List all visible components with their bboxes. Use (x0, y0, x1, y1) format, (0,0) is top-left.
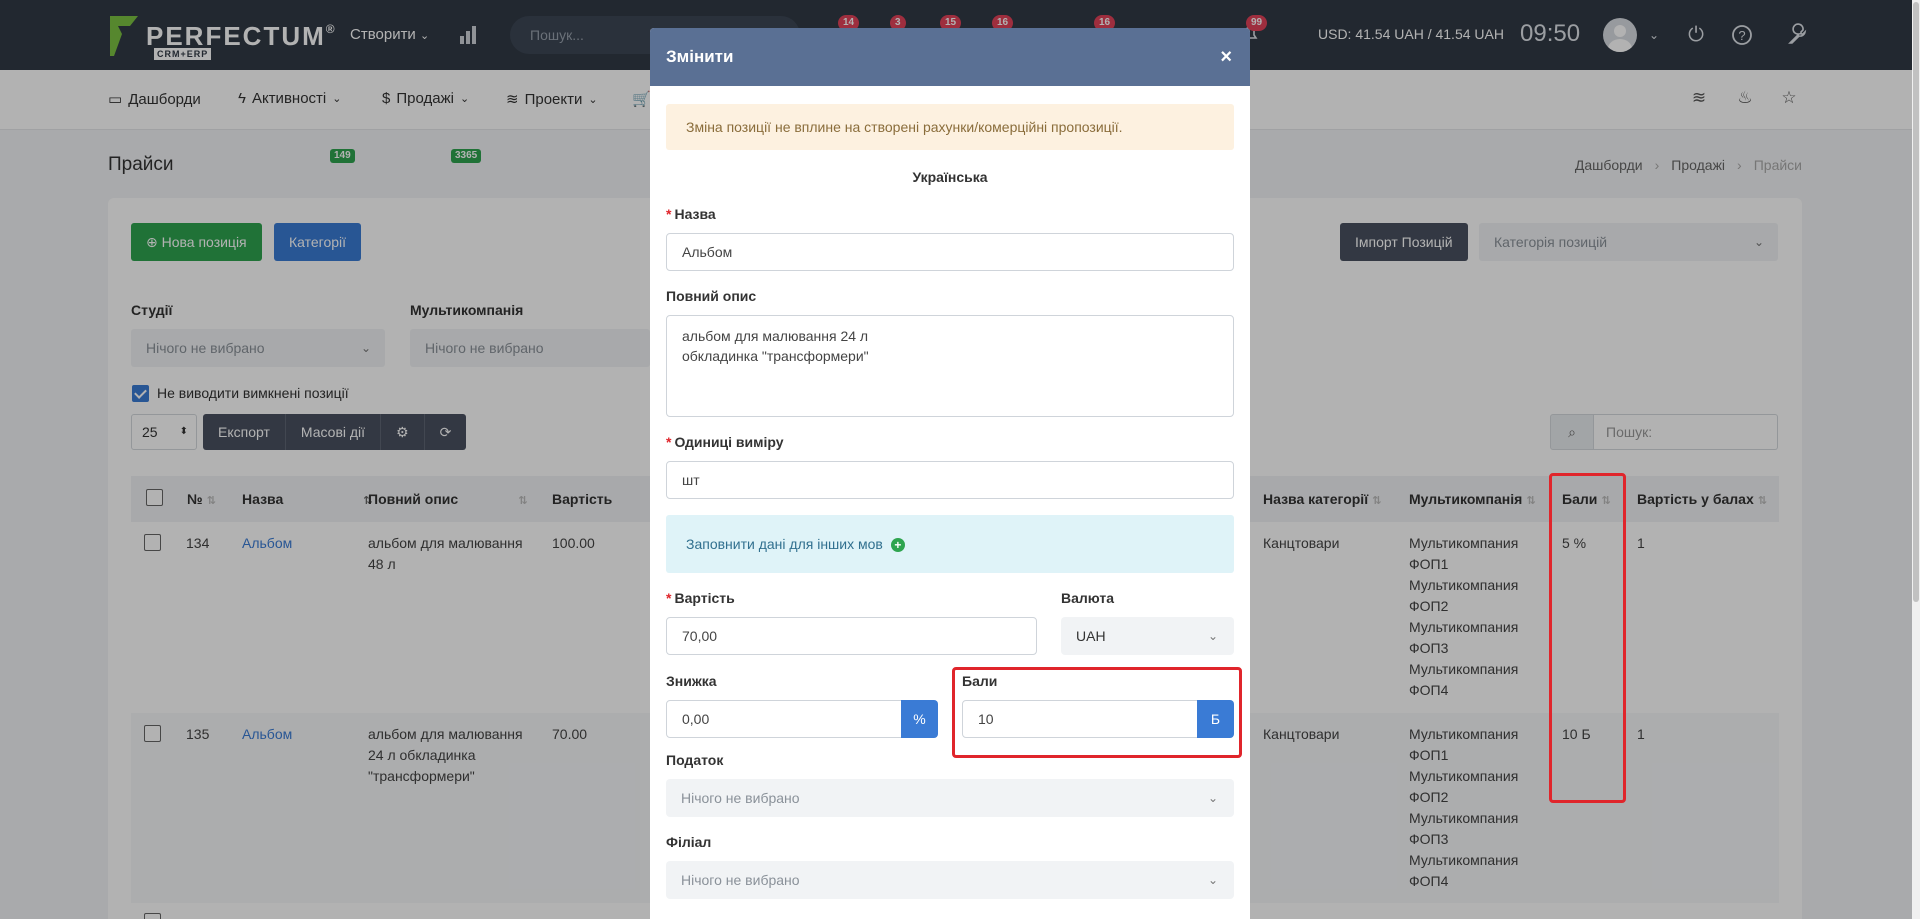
tax-label: Податок (666, 752, 724, 768)
other-languages-alert[interactable]: Заповнити дані для інших мов + (666, 515, 1234, 573)
warning-alert: Зміна позиції не вплине на створені раху… (666, 104, 1234, 150)
modal-header: Змінити × (650, 28, 1250, 86)
branch-label: Філіал (666, 834, 712, 850)
plus-circle-icon[interactable]: + (890, 538, 905, 553)
edit-modal: Змінити × Зміна позиції не вплине на ств… (650, 28, 1250, 919)
name-label: * Назва (666, 206, 716, 222)
chevron-down-icon: ⌄ (1207, 873, 1218, 887)
units-input[interactable]: шт (666, 461, 1234, 499)
language-title: Українська (912, 169, 988, 185)
name-input[interactable]: Альбом (666, 233, 1234, 271)
currency-label: Валюта (1061, 590, 1115, 606)
price-input[interactable]: 70,00 (666, 617, 1037, 655)
tax-select[interactable]: Нічого не вибрано ⌄ (666, 779, 1234, 817)
chevron-down-icon: ⌄ (1207, 791, 1218, 805)
discount-label: Знижка (666, 673, 717, 689)
discount-input[interactable]: 0,00 (666, 700, 902, 738)
page-scrollbar[interactable] (1912, 0, 1920, 919)
description-label: Повний опис (666, 288, 757, 304)
currency-select[interactable]: UAH ⌄ (1061, 617, 1234, 655)
highlight-box (1549, 473, 1626, 803)
modal-title: Змінити (666, 47, 734, 66)
close-icon[interactable]: × (1220, 28, 1232, 86)
units-label: * Одиниці виміру (666, 434, 784, 450)
discount-type-button[interactable]: % (901, 700, 938, 738)
price-label: * Вартість (666, 590, 735, 606)
description-textarea[interactable]: альбом для малювання 24 л обкладинка "тр… (666, 315, 1234, 417)
highlight-box (952, 667, 1242, 758)
chevron-down-icon: ⌄ (1207, 629, 1218, 643)
branch-select[interactable]: Нічого не вибрано ⌄ (666, 861, 1234, 899)
